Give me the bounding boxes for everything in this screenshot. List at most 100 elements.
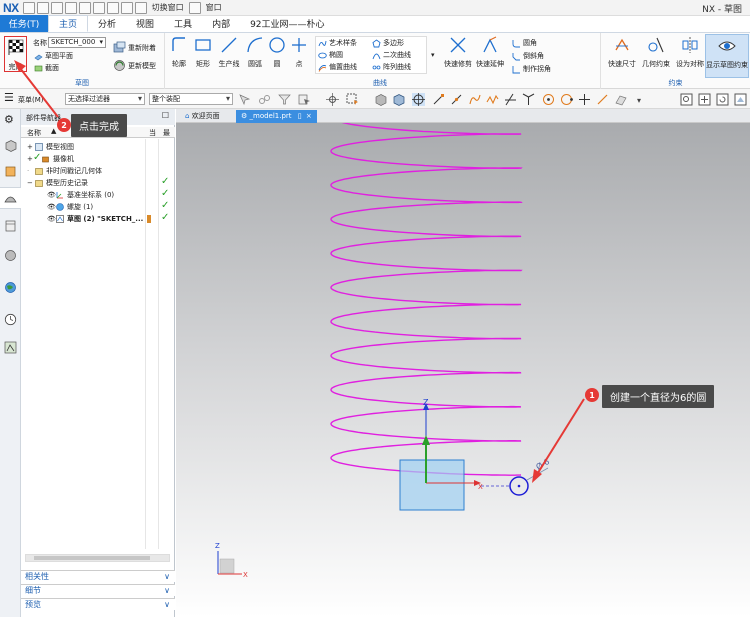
cut-icon[interactable] [64, 1, 77, 14]
column-name[interactable]: 名称 [27, 128, 41, 138]
rapid-dimension-button[interactable]: 快速尺寸 [605, 36, 639, 69]
reuse-library-icon[interactable] [4, 219, 17, 232]
eye-icon[interactable]: 👁 [47, 189, 56, 201]
quick-trim-button[interactable]: 快速修剪 [443, 36, 473, 69]
point-button[interactable]: 点 [289, 36, 309, 69]
hd3d-tools-icon[interactable] [4, 249, 17, 262]
point-on-line-icon[interactable] [596, 93, 609, 106]
polygon-button[interactable]: 多边形 [372, 38, 404, 48]
crosshair-icon[interactable] [412, 93, 425, 106]
tree-item-helix[interactable]: 👁 螺旋 (1) ✓ [21, 200, 175, 213]
intersection-point-icon[interactable] [504, 93, 517, 106]
column-current[interactable]: 当 [149, 128, 156, 138]
task-menu-button[interactable]: 任务(T) [0, 15, 48, 32]
constraint-navigator-icon[interactable] [4, 165, 17, 178]
graphics-canvas[interactable]: Z X Ø 6 Z X [176, 123, 750, 617]
save-icon[interactable] [22, 1, 35, 14]
zoom-window-icon[interactable] [698, 93, 711, 106]
assembly-navigator-icon[interactable] [4, 139, 17, 152]
switch-window-button[interactable]: 切换窗口 [152, 2, 184, 13]
shaded-edges-icon[interactable] [392, 93, 405, 106]
control-point-icon[interactable] [468, 93, 481, 106]
collapse-icon[interactable]: − [27, 177, 33, 189]
sketch-name-field[interactable]: SKETCH_000 ▾ [48, 37, 106, 48]
dropdown-more-icon[interactable]: ▾ [634, 93, 647, 106]
switch-window-icon[interactable] [134, 1, 147, 14]
section-button[interactable]: 截面 [34, 63, 59, 73]
offset-curve-button[interactable]: 偏置曲线 [318, 62, 357, 72]
system-scene-icon[interactable] [4, 341, 17, 354]
gear-icon[interactable]: ⚙ [4, 114, 17, 127]
select-feature-icon[interactable] [298, 93, 311, 106]
select-general-icon[interactable] [238, 93, 251, 106]
undo-icon[interactable] [36, 1, 49, 14]
quadrant-point-icon[interactable] [560, 93, 573, 106]
ellipse-button[interactable]: 椭圆 [318, 50, 343, 60]
tab-model1-prt[interactable]: ⚙ _model1.prt ▯ × [236, 110, 317, 123]
eye-icon[interactable]: 👁 [47, 213, 56, 225]
type-filter-dropdown[interactable]: 无选择过滤器 [65, 93, 145, 105]
angle-snap-icon[interactable] [522, 93, 535, 106]
panel-details[interactable]: 细节 [21, 584, 175, 596]
circle-center-point[interactable] [517, 484, 521, 488]
tab-home[interactable]: 主页 [48, 15, 89, 32]
panel-preview[interactable]: 预览 [21, 598, 175, 610]
tree-item-model-history[interactable]: − 模型历史记录 ✓ [21, 176, 175, 189]
eye-icon[interactable]: 👁 [47, 201, 56, 213]
web-browser-icon[interactable] [4, 281, 17, 294]
maximize-icon[interactable]: ☐ [162, 111, 169, 120]
rectangle-button[interactable]: 矩形 [192, 36, 214, 69]
pin-icon[interactable]: ▯ [298, 112, 302, 120]
tree-item-cameras[interactable]: + ✓ 摄像机 [21, 152, 175, 165]
checkmark-icon[interactable]: ✓ [33, 152, 41, 164]
column-latest[interactable]: 最 [163, 128, 170, 138]
circle-button[interactable]: 圆 [267, 36, 287, 69]
history-clock-icon[interactable] [4, 313, 17, 326]
tree-item-datum-csys[interactable]: 👁 基准坐标系 (0) ✓ [21, 188, 175, 201]
window-icon[interactable] [188, 1, 201, 14]
menu-button[interactable]: 菜单(M) [18, 95, 44, 105]
point-on-curve-icon[interactable] [486, 93, 499, 106]
paste-icon[interactable] [92, 1, 105, 14]
hamburger-menu-icon[interactable]: ☰ [4, 91, 14, 104]
filter-funnel-icon[interactable] [278, 93, 291, 106]
update-model-button[interactable]: 更新模型 [113, 59, 156, 72]
fillet-button[interactable]: 圆角 [512, 38, 537, 48]
fit-view-icon[interactable] [680, 93, 693, 106]
tab-92-industry[interactable]: 92工业网——朴心 [240, 15, 334, 32]
tree-item-model-views[interactable]: + 模型视图 [21, 141, 175, 153]
finish-button[interactable]: 完成 [5, 38, 26, 72]
panel-dependencies[interactable]: 相关性 [21, 570, 175, 582]
expand-icon[interactable]: + [27, 153, 33, 165]
make-symmetric-button[interactable]: 设为对称 [673, 36, 707, 69]
expand-icon[interactable]: + [27, 141, 33, 153]
pattern-curve-button[interactable]: 阵列曲线 [372, 62, 411, 72]
tree-item-unused-geometry[interactable]: · 非时间戳记几何体 [21, 165, 175, 177]
repeat-command-icon[interactable] [120, 1, 133, 14]
profile-button[interactable]: 轮廓 [169, 36, 189, 69]
end-point-icon[interactable] [432, 93, 445, 106]
point-on-face-icon[interactable] [614, 93, 627, 106]
make-corner-button[interactable]: 制作拐角 [512, 64, 551, 74]
quick-extend-button[interactable]: 快速延伸 [475, 36, 505, 69]
arc-button[interactable]: 圆弧 [244, 36, 266, 69]
datum-plane[interactable] [399, 459, 465, 511]
tree-item-sketch[interactable]: 👁 草图 (2) "SKETCH_... ✓ [21, 212, 175, 225]
print-icon[interactable] [106, 1, 119, 14]
tab-view[interactable]: 视图 [126, 15, 164, 32]
chamfer-button[interactable]: 倒斜角 [512, 51, 544, 61]
conic-button[interactable]: 二次曲线 [372, 50, 411, 60]
redo-icon[interactable] [50, 1, 63, 14]
reattach-button[interactable]: 重新附着 [113, 41, 156, 54]
rotate-view-icon[interactable] [716, 93, 729, 106]
window-menu-button[interactable]: 窗口 [206, 2, 222, 13]
close-icon[interactable]: × [306, 112, 312, 120]
select-box-icon[interactable] [346, 93, 359, 106]
part-navigator-tab-active[interactable] [0, 187, 21, 209]
tab-welcome-page[interactable]: ⌂ 欢迎页面 [180, 110, 225, 123]
chain-icon[interactable] [258, 93, 271, 106]
mid-point-icon[interactable] [450, 93, 463, 106]
line-button[interactable]: 生产线 [216, 36, 242, 69]
arc-center-icon[interactable] [542, 93, 555, 106]
existing-point-icon[interactable] [578, 93, 591, 106]
